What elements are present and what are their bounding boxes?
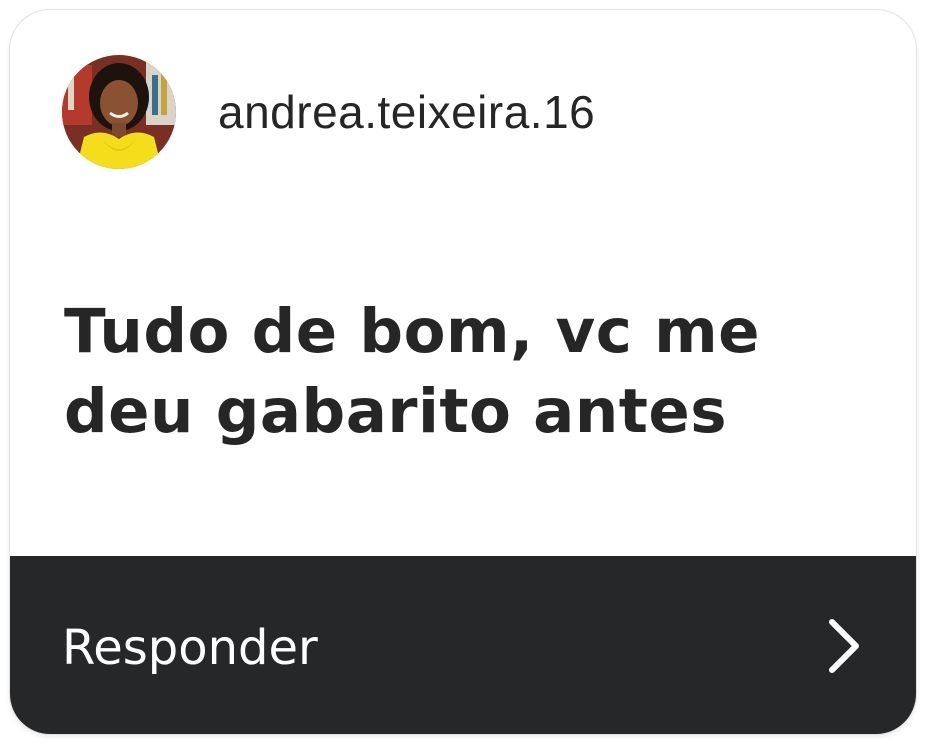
reply-notification-card[interactable]: andrea.teixeira.16 Tudo de bom, vc me de… bbox=[10, 10, 916, 734]
reply-button[interactable]: Responder bbox=[10, 556, 916, 734]
avatar[interactable] bbox=[62, 55, 176, 169]
username[interactable]: andrea.teixeira.16 bbox=[218, 85, 595, 139]
reply-label: Responder bbox=[62, 620, 318, 676]
chevron-right-icon bbox=[829, 619, 859, 673]
profile-photo-icon bbox=[62, 55, 176, 169]
sender-header: andrea.teixeira.16 bbox=[62, 54, 595, 170]
message-text: Tudo de bom, vc me deu gabarito antes bbox=[64, 296, 761, 447]
